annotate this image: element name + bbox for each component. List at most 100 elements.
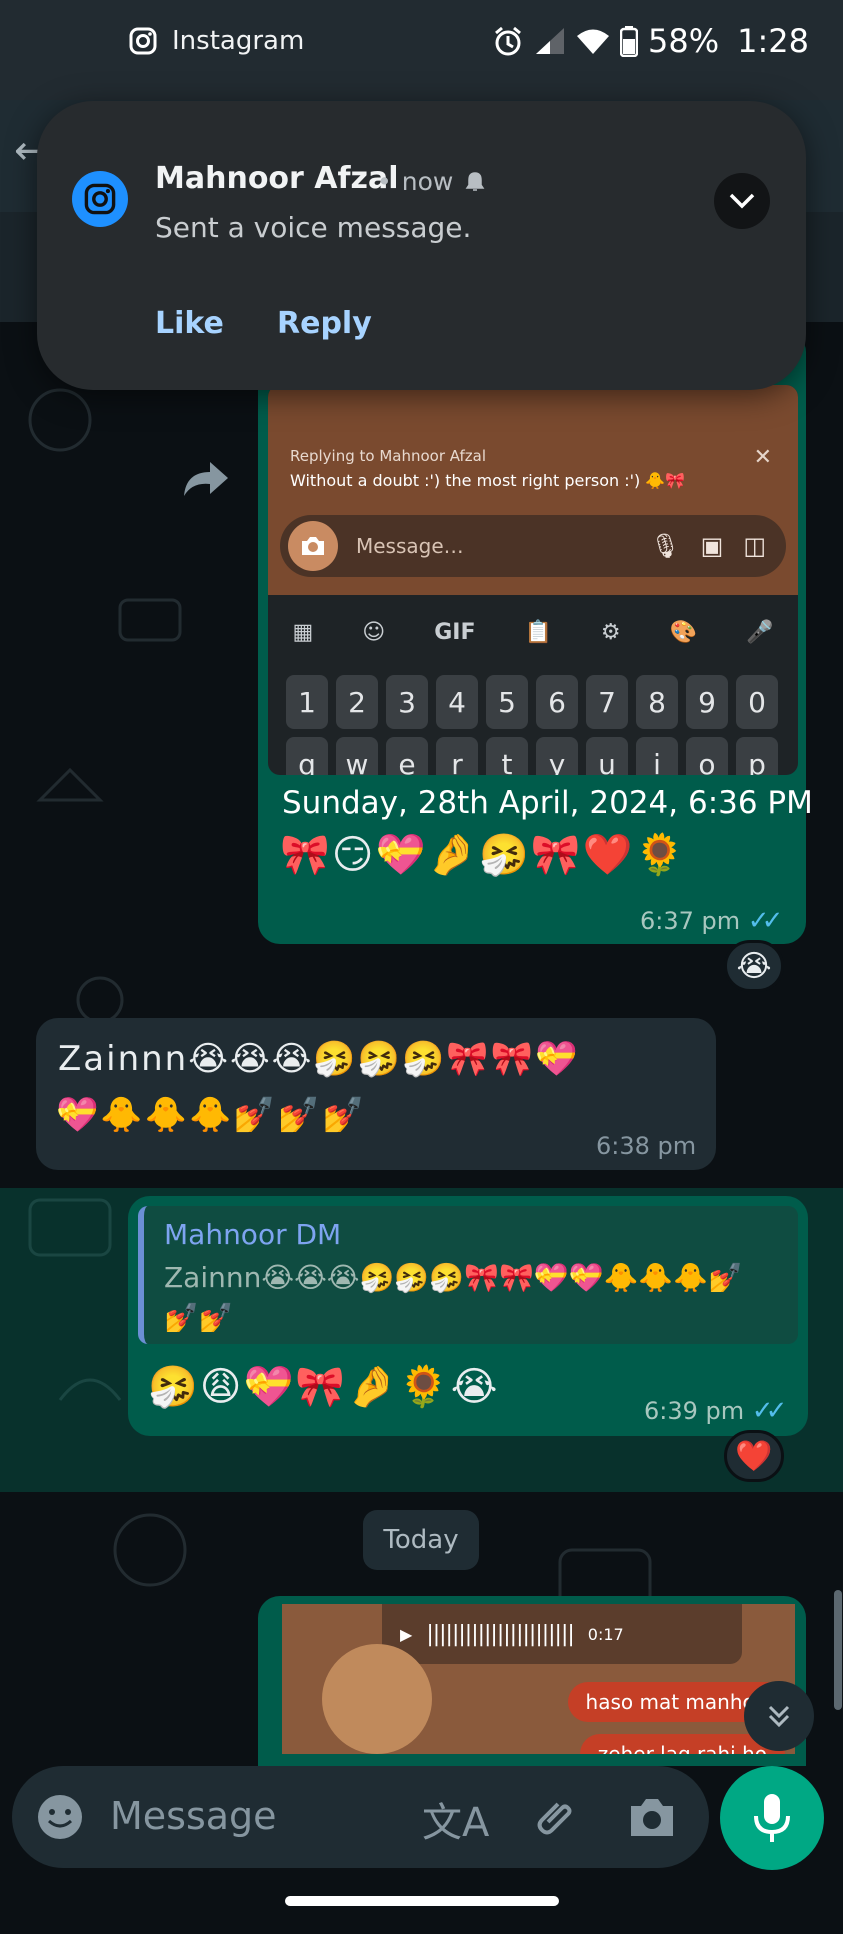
notification-body: Sent a voice message.: [155, 211, 472, 244]
keyboard-mic-icon: 🎤: [746, 619, 774, 645]
forward-icon[interactable]: [180, 460, 230, 500]
keyboard-key: o: [686, 737, 728, 775]
read-ticks-icon: ✓✓: [751, 1396, 787, 1426]
keyboard-key: p: [736, 737, 778, 775]
like-action-button[interactable]: Like: [155, 306, 224, 341]
keyboard-key: r: [436, 737, 478, 775]
mic-icon: 🎙: [650, 532, 681, 560]
keyboard-key: 3: [386, 675, 428, 729]
scrollbar[interactable]: [834, 1590, 842, 1710]
reply-message-bubble[interactable]: Mahnoor DM Zainnn😭😭😭🤧🤧🤧🎀🎀💝💝🐥🐥🐥💅💅💅 🤧😩💝🎀🤌🌻…: [128, 1196, 808, 1436]
date-divider: Today: [363, 1510, 479, 1570]
screen: { "statusbar": { "app_name": "Instagram"…: [0, 0, 843, 1934]
reaction-badge[interactable]: 😭: [724, 940, 784, 992]
keyboard-key: t: [486, 737, 528, 775]
notification-sender: Mahnoor Afzal: [155, 161, 399, 196]
screenshot-caption-emojis: 🎀😏💝🤌🤧🎀❤️🌻: [280, 832, 687, 878]
close-icon: ✕: [753, 445, 772, 470]
battery-percent: 58%: [648, 22, 720, 60]
waveform-icon: |||||||||||||||||||||||: [426, 1621, 574, 1647]
screenshot-reply-text: Without a doubt :') the most right perso…: [290, 471, 686, 490]
battery-icon: [620, 26, 639, 57]
camera-icon: [288, 521, 338, 571]
reply-message-text: 🤧😩💝🎀🤌🌻😭: [148, 1364, 500, 1410]
keyboard-letter-row: qwertyuiop: [286, 737, 778, 775]
screenshot-replying-label: Replying to Mahnoor Afzal: [290, 447, 487, 465]
camera-icon[interactable]: [628, 1796, 676, 1838]
message-composer[interactable]: Message 文A: [12, 1766, 709, 1868]
gif-label: GIF: [434, 619, 476, 645]
reply-message-time-text: 6:39 pm: [644, 1397, 745, 1425]
reply-action-button[interactable]: Reply: [277, 306, 372, 341]
play-icon: ▶: [400, 1624, 413, 1644]
attach-icon[interactable]: [528, 1794, 576, 1842]
keyboard-number-row: 1234567890: [286, 675, 778, 729]
keyboard-key: w: [336, 737, 378, 775]
voice-record-button[interactable]: [720, 1766, 824, 1870]
read-ticks-icon: ✓✓: [747, 906, 783, 936]
dot-separator: •: [377, 167, 392, 196]
message-input[interactable]: Message: [110, 1794, 277, 1838]
incoming-message-line2: 💝🐥🐥🐥💅💅💅: [56, 1095, 367, 1135]
keyboard-key: i: [636, 737, 678, 775]
audio-player-bar: ▶ ||||||||||||||||||||||| 0:17: [382, 1604, 742, 1664]
keyboard-key: 5: [486, 675, 528, 729]
keyboard-key: 0: [736, 675, 778, 729]
notification-time: now: [401, 167, 454, 196]
instagram-app-icon: [72, 171, 128, 227]
clipboard-icon: 📋: [524, 619, 552, 645]
keyboard-key: e: [386, 737, 428, 775]
keyboard-key: 7: [586, 675, 628, 729]
keyboard-key: 6: [536, 675, 578, 729]
cell-signal-icon: [536, 28, 565, 54]
screenshot-image[interactable]: Replying to Mahnoor Afzal Without a doub…: [268, 385, 798, 775]
keyboard-key: 2: [336, 675, 378, 729]
incoming-message-bubble[interactable]: Zainnn😭😭😭🤧🤧🤧🎀🎀💝 💝🐥🐥🐥💅💅💅 6:38 pm: [36, 1018, 716, 1170]
incoming-message-line1: Zainnn😭😭😭🤧🤧🤧🎀🎀💝: [58, 1039, 580, 1079]
quoted-text: Zainnn😭😭😭🤧🤧🤧🎀🎀💝💝🐥🐥🐥💅💅💅: [164, 1261, 744, 1334]
alarm-icon: [495, 26, 521, 56]
keyboard-key: 8: [636, 675, 678, 729]
screenshot-top: Replying to Mahnoor Afzal Without a doub…: [268, 385, 798, 595]
wifi-icon: [577, 29, 610, 54]
apps-grid-icon: ▦: [292, 619, 314, 645]
incoming-message-time: 6:38 pm: [596, 1132, 697, 1160]
emoji-icon[interactable]: [36, 1793, 84, 1841]
status-bar: Instagram 58% 1:28: [0, 0, 843, 100]
screenshot-caption-date: Sunday, 28th April, 2024, 6:36 PM: [282, 785, 813, 821]
keyboard-key: q: [286, 737, 328, 775]
clock: 1:28: [737, 22, 809, 60]
expand-notification-button[interactable]: [714, 173, 770, 229]
scroll-to-bottom-button[interactable]: [744, 1681, 814, 1751]
bell-icon: [465, 171, 485, 191]
translate-icon[interactable]: 文A: [422, 1790, 489, 1848]
gallery-icon: ▣: [700, 532, 724, 560]
keyboard-key: u: [586, 737, 628, 775]
chevron-down-icon: [729, 193, 755, 209]
audio-duration: 0:17: [587, 1624, 624, 1644]
keyboard-key: 1: [286, 675, 328, 729]
keyboard-key: 9: [686, 675, 728, 729]
quoted-author: Mahnoor DM: [164, 1218, 342, 1251]
screenshot-input-placeholder: Message…: [356, 534, 464, 558]
emoji-sticker-icon: ☺: [362, 619, 386, 645]
keyboard-toolbar: ▦ ☺ GIF 📋 ⚙ 🎨 🎤: [268, 597, 798, 667]
notification-card[interactable]: Mahnoor Afzal • now Sent a voice message…: [37, 101, 806, 390]
gesture-nav-bar[interactable]: [285, 1896, 559, 1906]
message-time: 6:37 pm ✓✓: [640, 906, 783, 936]
cartoon-image: [322, 1644, 432, 1754]
video-thumbnail[interactable]: ▶ ||||||||||||||||||||||| 0:17 haso mat …: [282, 1604, 795, 1754]
sticker-icon: ◫: [743, 532, 766, 560]
quoted-message[interactable]: Mahnoor DM Zainnn😭😭😭🤧🤧🤧🎀🎀💝💝🐥🐥🐥💅💅💅: [138, 1206, 798, 1344]
reply-message-time: 6:39 pm ✓✓: [644, 1396, 787, 1426]
keyboard-key: 4: [436, 675, 478, 729]
double-chevron-down-icon: [768, 1705, 790, 1728]
message-time-text: 6:37 pm: [640, 907, 741, 935]
palette-icon: 🎨: [669, 619, 698, 645]
microphone-icon: [754, 1794, 790, 1842]
status-app-name: Instagram: [172, 26, 305, 56]
keyboard-key: y: [536, 737, 578, 775]
settings-icon: ⚙: [600, 619, 621, 645]
heart-reaction-badge[interactable]: ❤️: [724, 1430, 784, 1482]
screenshot-message-input: Message… 🎙 ▣ ◫: [280, 515, 786, 577]
